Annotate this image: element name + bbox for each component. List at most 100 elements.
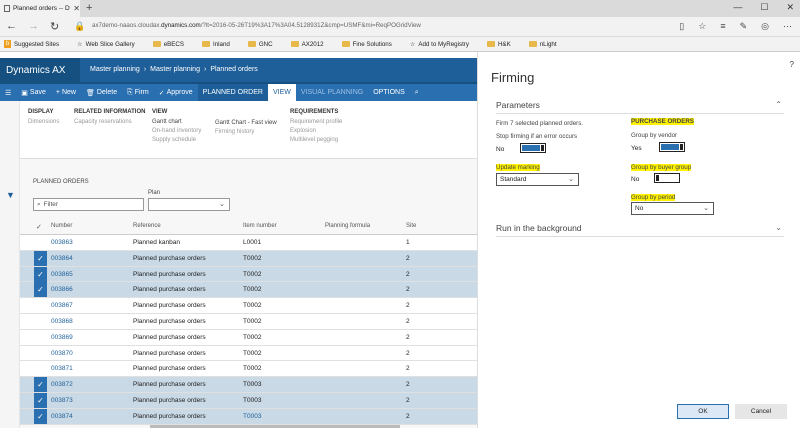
cell-number[interactable]: 003874 xyxy=(51,413,73,420)
table-row[interactable]: ✓ 003873 Planned purchase orders T0003 2 xyxy=(20,392,477,409)
ribbon-item-gantt-fast[interactable]: Gantt Chart - Fast view xyxy=(215,119,277,128)
favorite-suggested-sites[interactable]: b Suggested Sites xyxy=(4,40,59,48)
row-checkbox[interactable] xyxy=(34,235,47,250)
favorite-folder[interactable]: H&K xyxy=(486,41,511,48)
close-window-icon[interactable]: ✕ xyxy=(786,2,794,13)
breadcrumb-item[interactable]: Master planning xyxy=(150,66,200,73)
row-checkbox-checked[interactable]: ✓ xyxy=(34,282,47,298)
table-row[interactable]: ✓ 003874 Planned purchase orders T0003 2 xyxy=(20,408,477,425)
tab-visual-planning[interactable]: VISUAL PLANNING xyxy=(296,84,368,101)
close-tab-icon[interactable]: ✕ xyxy=(73,4,80,13)
notes-icon[interactable]: ✎ xyxy=(740,21,748,32)
row-checkbox[interactable] xyxy=(34,346,47,361)
stop-firming-toggle[interactable] xyxy=(520,143,546,153)
cell-number[interactable]: 003871 xyxy=(51,365,73,372)
favorite-web-slice[interactable]: ☆ Web Slice Gallery xyxy=(77,41,135,48)
table-row[interactable]: 003863 Planned kanban L0001 1 xyxy=(20,235,477,251)
row-checkbox-checked[interactable]: ✓ xyxy=(34,266,47,282)
row-checkbox[interactable] xyxy=(34,314,47,329)
table-row[interactable]: ✓ 003866 Planned purchase orders T0002 2 xyxy=(20,282,477,299)
reading-view-icon[interactable]: ▯ xyxy=(679,21,684,32)
favorite-folder[interactable]: Inland xyxy=(201,41,230,48)
row-checkbox[interactable] xyxy=(34,361,47,376)
new-tab-button[interactable]: + xyxy=(86,2,92,14)
ribbon-item-supply[interactable]: Supply schedule xyxy=(152,136,201,145)
refresh-icon[interactable]: ↻ xyxy=(50,20,59,33)
favorite-star-icon[interactable]: ☆ xyxy=(698,21,706,32)
favorite-registry[interactable]: ☆ Add to MyRegistry xyxy=(410,41,469,48)
table-row[interactable]: 003869 Planned purchase orders T0002 2 xyxy=(20,329,477,346)
column-number[interactable]: Number xyxy=(51,223,72,229)
column-reference[interactable]: Reference xyxy=(133,223,161,229)
table-row[interactable]: 003871 Planned purchase orders T0002 2 xyxy=(20,361,477,378)
row-checkbox-checked[interactable]: ✓ xyxy=(34,377,47,393)
delete-button[interactable]: 🗑 Delete xyxy=(81,84,122,101)
approve-button[interactable]: ✓ Approve xyxy=(154,84,198,101)
column-item-number[interactable]: Item number xyxy=(243,223,277,229)
cell-number[interactable]: 003868 xyxy=(51,318,73,325)
ok-button[interactable]: OK xyxy=(677,404,729,419)
forward-icon[interactable]: → xyxy=(28,20,39,32)
help-icon[interactable]: ? xyxy=(790,60,794,69)
ribbon-item-req-profile[interactable]: Requirement profile xyxy=(290,118,342,127)
cell-number[interactable]: 003873 xyxy=(51,397,73,404)
ribbon-item-gantt[interactable]: Gantt chart xyxy=(152,118,201,127)
tab-view[interactable]: VIEW xyxy=(267,84,296,101)
cell-number[interactable]: 003863 xyxy=(51,239,73,246)
breadcrumb-item[interactable]: Master planning xyxy=(90,66,140,73)
ribbon-item-onhand[interactable]: On-hand inventory xyxy=(152,127,201,136)
ribbon-item-dimensions[interactable]: Dimensions xyxy=(28,118,59,127)
table-row[interactable]: ✓ 003865 Planned purchase orders T0002 2 xyxy=(20,266,477,283)
table-row[interactable]: 003867 Planned purchase orders T0002 2 xyxy=(20,298,477,314)
select-all-checkbox[interactable]: ✓ xyxy=(36,223,42,231)
maximize-icon[interactable]: ☐ xyxy=(760,2,768,13)
group-by-vendor-toggle[interactable] xyxy=(659,142,685,152)
cell-number[interactable]: 003869 xyxy=(51,334,73,341)
table-row[interactable]: ✓ 003864 Planned purchase orders T0002 2 xyxy=(20,250,477,267)
favorite-folder[interactable]: GNC xyxy=(247,41,273,48)
cell-number[interactable]: 003866 xyxy=(51,286,73,293)
row-checkbox-checked[interactable]: ✓ xyxy=(34,392,47,408)
update-marking-select[interactable]: Standard ⌄ xyxy=(496,173,579,186)
ribbon-item-firming-history[interactable]: Firming history xyxy=(215,128,277,137)
search-button[interactable]: ⌕ xyxy=(410,84,424,101)
ribbon-item-pegging[interactable]: Multilevel pegging xyxy=(290,136,342,145)
cancel-button[interactable]: Cancel xyxy=(735,404,787,419)
new-button[interactable]: + New xyxy=(51,84,81,101)
hub-icon[interactable]: ≡ xyxy=(720,21,725,32)
back-icon[interactable]: ← xyxy=(6,20,17,32)
row-checkbox[interactable] xyxy=(34,330,47,345)
favorite-folder[interactable]: Fine Solutions xyxy=(341,41,392,48)
more-icon[interactable]: ⋯ xyxy=(783,21,792,32)
ribbon-item-explosion[interactable]: Explosion xyxy=(290,127,342,136)
minimize-icon[interactable]: — xyxy=(733,2,742,13)
firm-button[interactable]: ⎘ Firm xyxy=(122,84,154,101)
cell-number[interactable]: 003864 xyxy=(51,255,73,262)
column-site[interactable]: Site xyxy=(406,223,416,229)
cell-number[interactable]: 003870 xyxy=(51,350,73,357)
cell-number[interactable]: 003865 xyxy=(51,271,73,278)
favorite-folder[interactable]: nLight xyxy=(528,41,557,48)
tab-options[interactable]: OPTIONS xyxy=(368,84,410,101)
filter-funnel-icon[interactable]: ▼ xyxy=(6,190,15,200)
row-checkbox-checked[interactable]: ✓ xyxy=(34,408,47,424)
group-by-period-select[interactable]: No ⌄ xyxy=(631,202,714,215)
row-checkbox-checked[interactable]: ✓ xyxy=(34,250,47,266)
url-field[interactable]: ax7demo-naaos.cloudax.dynamics.com/?lt=2… xyxy=(92,22,421,29)
filter-input[interactable]: ⌕ Filter xyxy=(33,198,144,211)
column-planning-formula[interactable]: Planning formula xyxy=(325,223,370,229)
app-brand[interactable]: Dynamics AX xyxy=(0,58,80,82)
row-checkbox[interactable] xyxy=(34,298,47,313)
plan-select[interactable]: ⌄ xyxy=(148,198,230,211)
browser-tab[interactable]: Planned orders -- Dynar ✕ xyxy=(0,0,80,17)
breadcrumb-item[interactable]: Planned orders xyxy=(210,66,257,73)
table-row[interactable]: ✓ 003872 Planned purchase orders T0003 2 xyxy=(20,377,477,393)
save-button[interactable]: ▣ Save xyxy=(16,84,51,101)
favorite-folder[interactable]: eBECS xyxy=(152,41,184,48)
favorite-folder[interactable]: AX2012 xyxy=(290,41,324,48)
share-icon[interactable]: ◎ xyxy=(761,21,769,32)
tab-planned-order[interactable]: PLANNED ORDER xyxy=(197,84,268,101)
ribbon-item-capacity[interactable]: Capacity reservations xyxy=(74,118,145,127)
cell-number[interactable]: 003872 xyxy=(51,381,73,388)
table-row[interactable]: 003870 Planned purchase orders T0002 2 xyxy=(20,345,477,362)
